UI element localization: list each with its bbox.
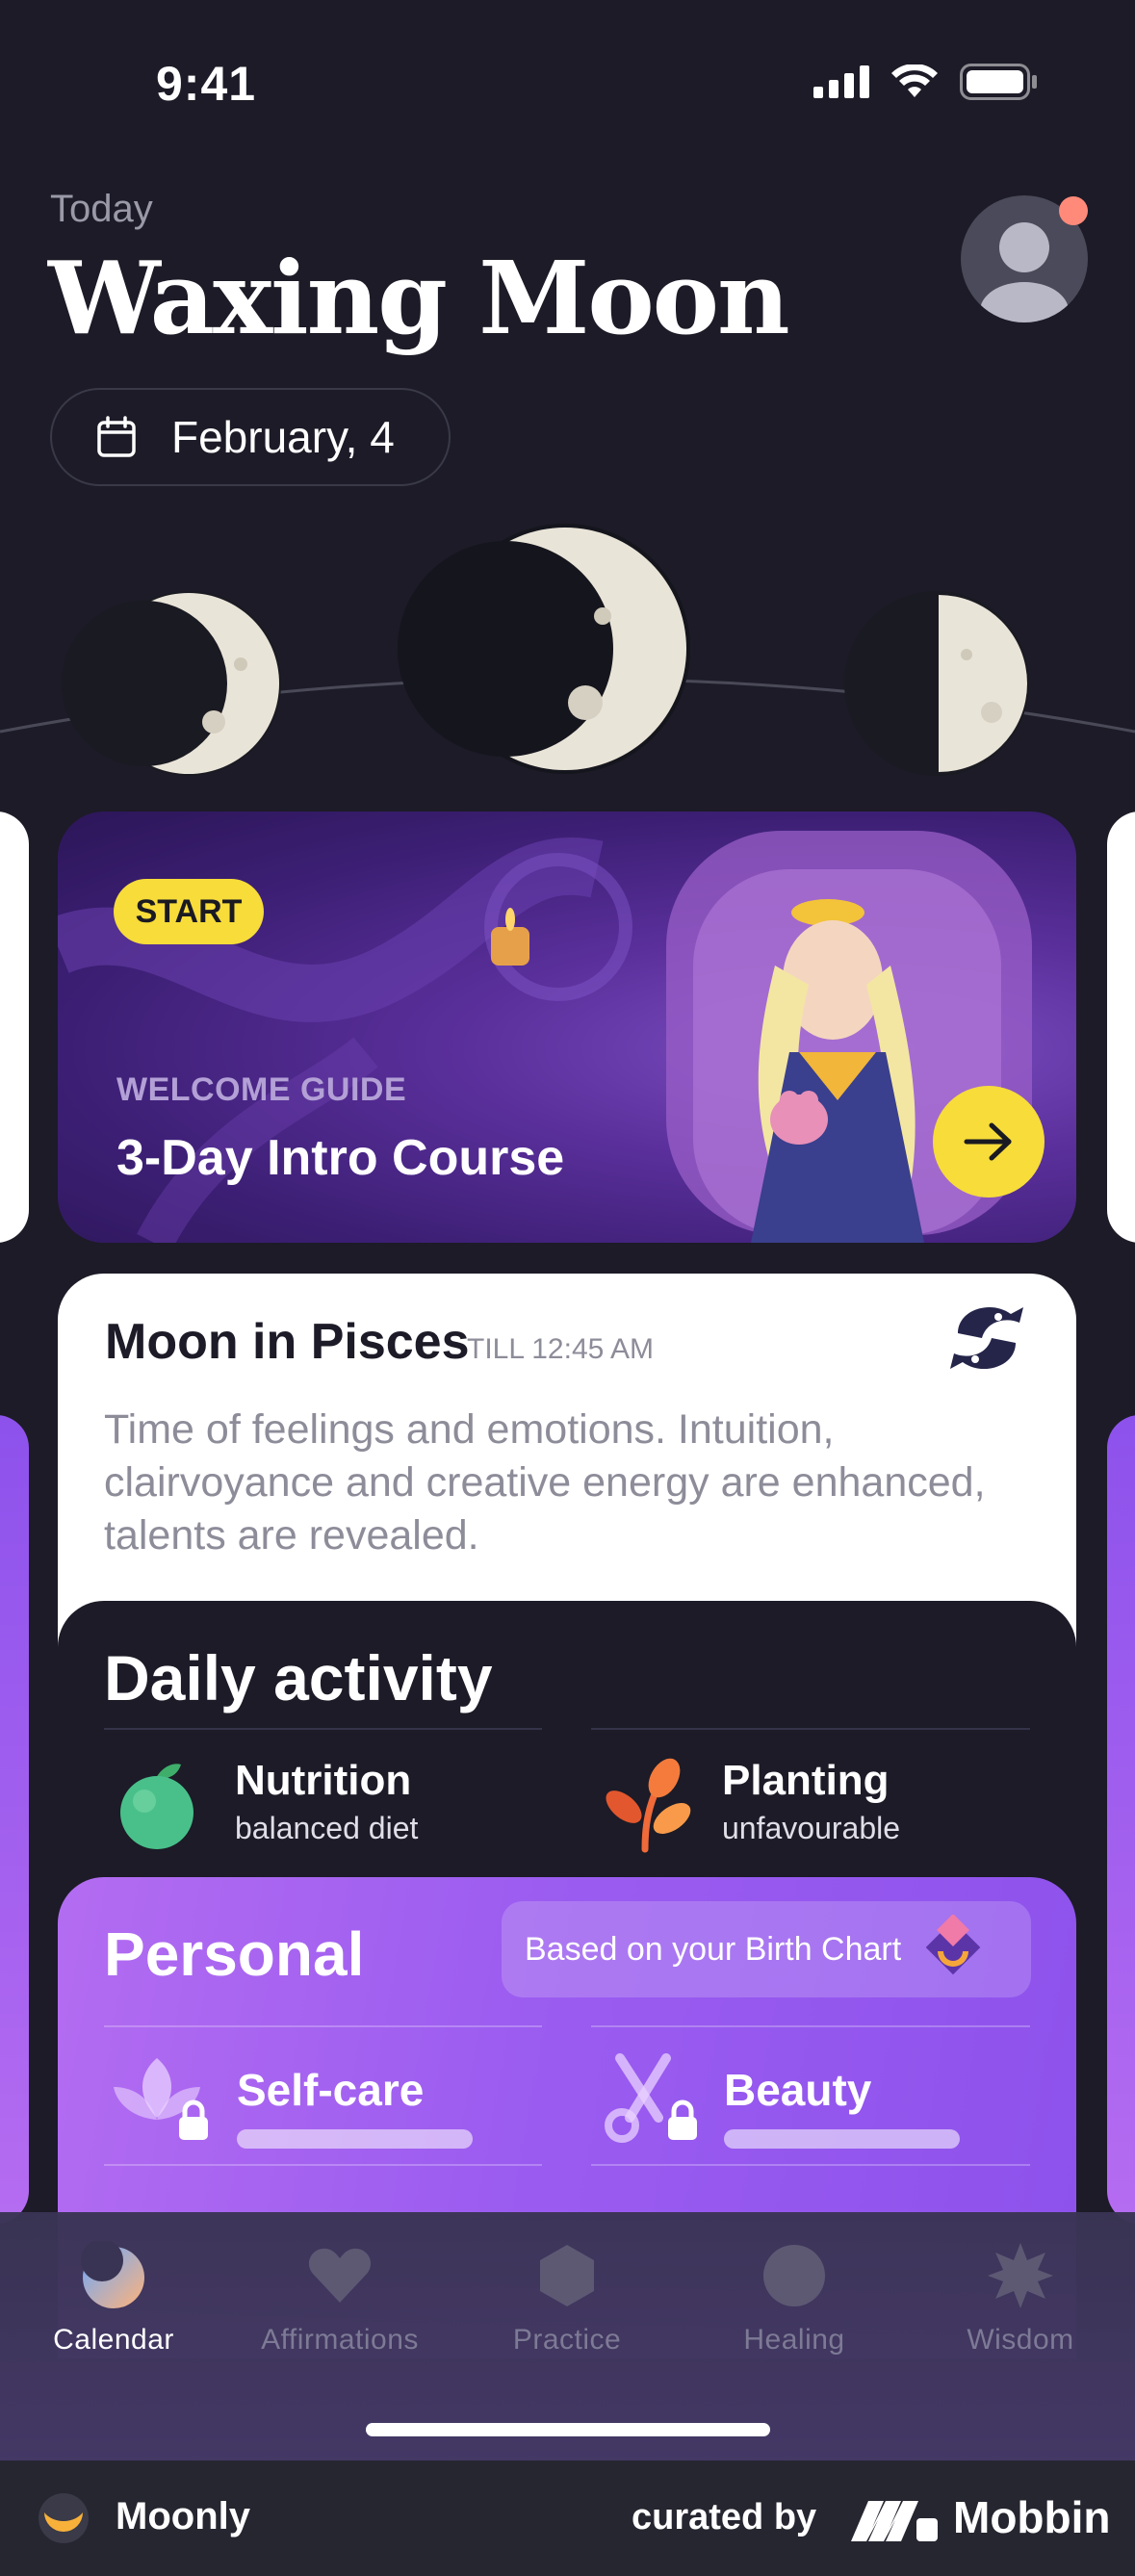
lock-icon [668,2099,697,2140]
moonly-logo-icon [39,2493,89,2543]
date-label: February, 4 [171,412,395,462]
today-label: Today [50,188,153,230]
divider [591,1728,1030,1730]
moon-phase-previous[interactable] [62,591,281,776]
home-indicator [366,2423,770,2436]
page-title: Waxing Moon [48,239,790,357]
birth-chart-icon [925,1915,981,1975]
moon-sign-till: TILL 12:45 AM [467,1333,655,1365]
personal-item-name: Self-care [237,2065,425,2115]
personal-item-beauty[interactable]: Beauty [591,2041,1030,2156]
signal-icon [813,65,869,98]
leaf-icon [606,1758,691,1853]
calendar-icon [97,416,136,457]
personal-item-bar [237,2129,473,2149]
previous-card-peek [0,811,29,1243]
status-time: 9:41 [156,57,257,111]
personal-item-name: Beauty [724,2065,872,2115]
tab-label: Wisdom [967,2324,1074,2356]
next-card-peek [1107,811,1135,1243]
arrow-right-icon [964,1122,1012,1161]
tab-label: Calendar [53,2324,174,2356]
tab-label: Affirmations [261,2324,419,2356]
date-picker-button[interactable]: February, 4 [50,388,451,486]
start-badge: START [114,879,264,944]
footer-curated-by: curated by [632,2497,817,2537]
next-purple-peek [1107,1415,1135,2224]
activity-status: unfavourable [722,1811,901,1845]
moon-sign-title: Moon in Pisces [105,1314,470,1370]
moon-phase-current[interactable] [398,524,690,774]
tab-wisdom[interactable]: Wisdom [915,2241,1126,2357]
moon-phase-next[interactable] [844,591,1029,776]
battery-icon [960,64,1037,100]
moon-icon [81,2241,144,2308]
activity-item-nutrition[interactable]: Nutrition balanced diet [104,1747,542,1853]
tab-healing[interactable]: Healing [688,2241,900,2357]
moon-sign-description: Time of feelings and emotions. Intuition… [104,1406,986,1558]
activity-status: balanced diet [235,1811,419,1845]
tab-label: Practice [512,2324,622,2356]
activity-name: Nutrition [235,1757,412,1804]
status-icons [813,64,1039,100]
divider [591,2025,1030,2027]
mobbin-logo-icon [851,2501,938,2541]
notification-dot [1059,196,1088,225]
activity-name: Planting [722,1757,890,1804]
personal-title: Personal [104,1919,365,1989]
birth-chart-button[interactable]: Based on your Birth Chart [502,1901,1031,1997]
activity-item-planting[interactable]: Planting unfavourable [591,1747,1030,1853]
tab-calendar[interactable]: Calendar [8,2241,219,2357]
tab-affirmations[interactable]: Affirmations [234,2241,446,2357]
previous-purple-peek [0,1415,29,2224]
divider [591,2164,1030,2166]
moon-phases-carousel[interactable] [0,520,1135,789]
course-title: 3-Day Intro Course [116,1130,565,1186]
personal-item-bar [724,2129,960,2149]
footer-brand: Mobbin [953,2492,1111,2542]
course-open-button[interactable] [933,1086,1045,1198]
footer-app-name: Moonly [116,2495,250,2537]
hexagon-icon [540,2245,594,2306]
divider [104,1728,542,1730]
apple-icon [120,1764,193,1849]
pisces-icon [950,1306,1023,1370]
wifi-icon [891,64,938,97]
lock-icon [179,2099,208,2140]
circle-icon [763,2245,825,2306]
tab-label: Healing [743,2324,845,2356]
course-category: WELCOME GUIDE [116,1071,407,1108]
divider [104,2164,542,2166]
tab-practice[interactable]: Practice [461,2241,673,2357]
star-burst-icon [988,2243,1053,2308]
birth-chart-label: Based on your Birth Chart [525,1930,902,1968]
heart-icon [308,2248,372,2303]
daily-activity-title: Daily activity [104,1642,493,1713]
divider [104,2025,542,2027]
personal-item-self-care[interactable]: Self-care [104,2041,542,2156]
